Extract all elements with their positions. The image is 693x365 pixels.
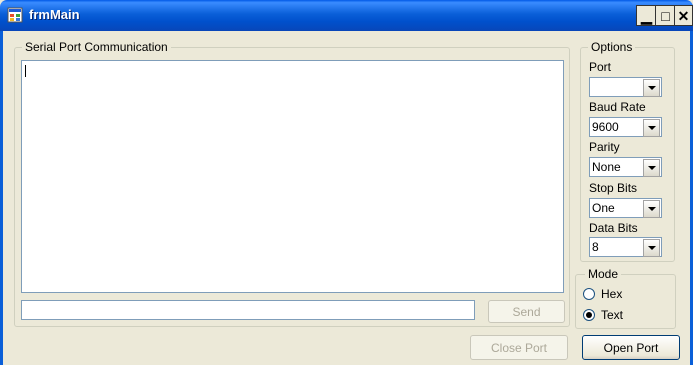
window-border-left (0, 31, 3, 365)
parity-label: Parity (589, 140, 620, 154)
maximize-button[interactable]: □ (655, 5, 676, 26)
text-radio-label[interactable]: Text (601, 308, 623, 322)
data-bits-select[interactable]: 8 (589, 237, 662, 257)
mode-group-title: Mode (585, 268, 622, 280)
minimize-icon: ▁ (641, 7, 652, 24)
parity-value: None (592, 160, 621, 174)
text-radio[interactable] (583, 309, 595, 321)
data-bits-label: Data Bits (589, 221, 638, 235)
send-input[interactable] (21, 300, 475, 320)
stop-bits-value: One (592, 201, 615, 215)
maximize-icon: □ (661, 7, 670, 24)
close-button[interactable]: ✕ (674, 5, 693, 26)
parity-select[interactable]: None (589, 157, 662, 177)
window-title: frmMain (29, 7, 80, 22)
baud-rate-label: Baud Rate (589, 100, 646, 114)
send-button[interactable]: Send (488, 300, 565, 323)
minimize-button[interactable]: ▁ (636, 5, 657, 26)
close-port-button[interactable]: Close Port (470, 335, 568, 360)
title-bar[interactable]: frmMain ▁ □ ✕ (0, 0, 693, 31)
baud-rate-value: 9600 (592, 120, 619, 134)
serial-output-textarea[interactable] (21, 60, 564, 293)
hex-radio[interactable] (583, 288, 595, 300)
serial-port-group-title: Serial Port Communication (22, 41, 171, 53)
stop-bits-label: Stop Bits (589, 181, 638, 195)
app-icon (7, 7, 23, 23)
port-select[interactable] (589, 77, 662, 97)
port-label: Port (589, 60, 612, 74)
data-bits-value: 8 (592, 240, 599, 254)
open-port-button[interactable]: Open Port (582, 335, 680, 360)
chevron-down-icon[interactable] (643, 159, 660, 177)
text-caret (25, 65, 26, 77)
hex-radio-label[interactable]: Hex (601, 287, 622, 301)
chevron-down-icon[interactable] (643, 79, 660, 97)
options-group-title: Options (588, 41, 636, 53)
close-icon: ✕ (677, 7, 690, 24)
chevron-down-icon[interactable] (643, 239, 660, 257)
stop-bits-select[interactable]: One (589, 198, 662, 218)
chevron-down-icon[interactable] (643, 119, 660, 137)
baud-rate-select[interactable]: 9600 (589, 117, 662, 137)
chevron-down-icon[interactable] (643, 200, 660, 218)
